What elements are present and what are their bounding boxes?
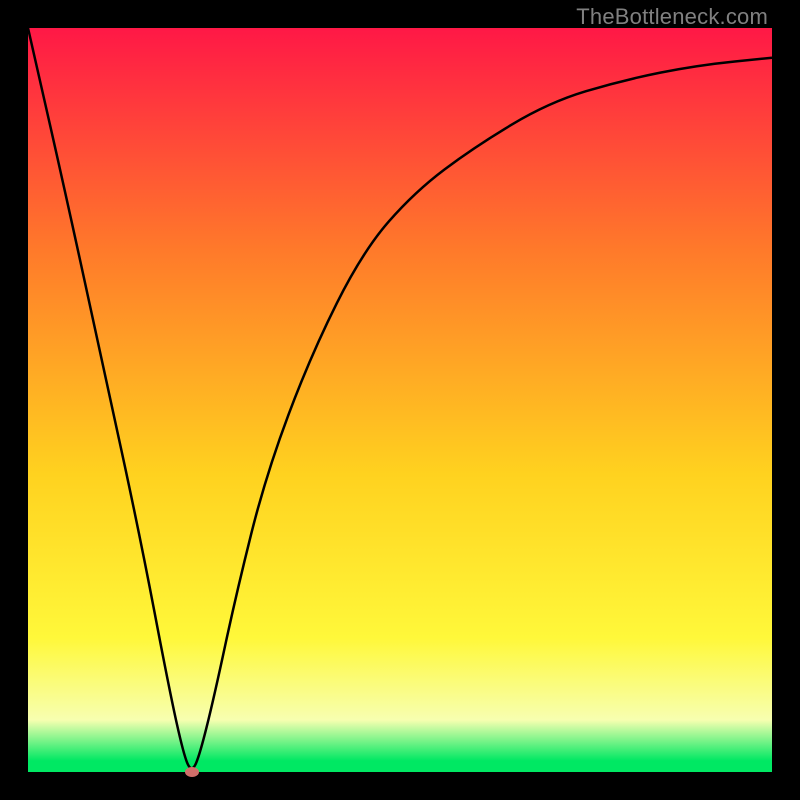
watermark-text: TheBottleneck.com: [576, 4, 768, 30]
optimal-point-marker: [185, 767, 199, 777]
chart-frame: [28, 28, 772, 772]
bottleneck-curve: [28, 28, 772, 772]
curve-path: [28, 28, 772, 768]
